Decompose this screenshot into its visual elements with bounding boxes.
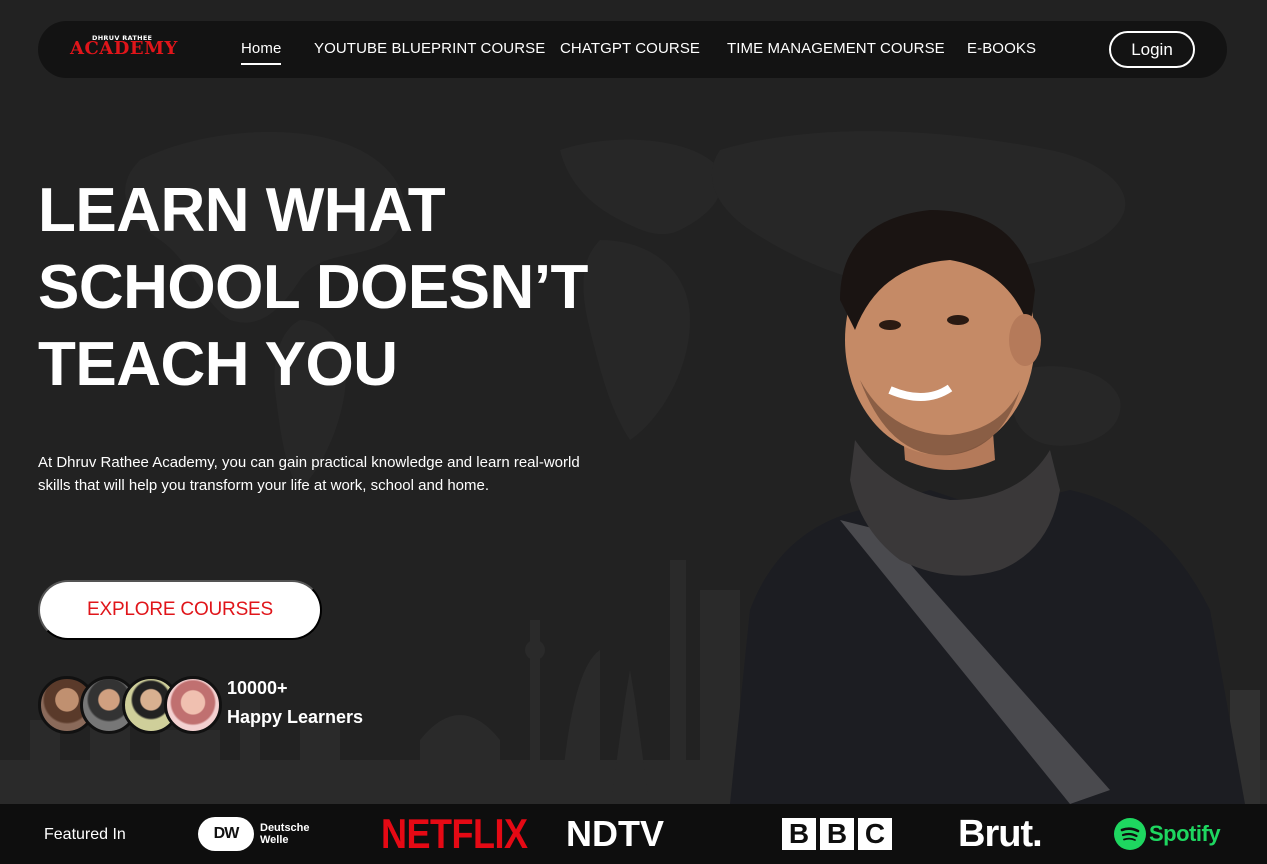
nav-link-youtube-blueprint-course[interactable]: YOUTUBE BLUEPRINT COURSE [314, 40, 545, 57]
netflix-logo: NETFLIX [381, 804, 528, 864]
hero-title-line-3: TEACH YOU [38, 330, 398, 399]
dw-name: Deutsche Welle [260, 822, 310, 846]
featured-in-strip: Featured In DW Deutsche Welle NETFLIX ND… [0, 804, 1267, 864]
hero-title: LEARN WHAT SCHOOL DOESN’T TEACH YOU [38, 172, 638, 403]
login-button[interactable]: Login [1109, 31, 1195, 68]
learner-avatars [38, 676, 228, 734]
ndtv-wordmark: NDTV [566, 813, 664, 854]
dw-name-line-1: Deutsche [260, 822, 310, 834]
brut-wordmark: Brut. [958, 812, 1043, 855]
hero-description: At Dhruv Rathee Academy, you can gain pr… [38, 454, 580, 494]
nav-link-home[interactable]: Home [241, 40, 282, 65]
ndtv-logo: NDTV [566, 804, 664, 864]
bbc-blocks: B B C [782, 818, 892, 850]
learners-count: 10000+ [227, 678, 288, 698]
dw-name-line-2: Welle [260, 834, 289, 846]
instructor-photo [730, 210, 1245, 804]
netflix-wordmark: NETFLIX [381, 809, 528, 857]
spotify-logo: Spotify [1114, 804, 1221, 864]
bbc-block: C [858, 818, 892, 850]
nav-link-time-management-course[interactable]: TIME MANAGEMENT COURSE [727, 40, 945, 57]
nav-link-e-books[interactable]: E-BOOKS [967, 40, 1036, 57]
dw-mark: DW [198, 817, 254, 851]
hero-title-line-1: LEARN WHAT [38, 176, 446, 245]
featured-in-label: Featured In [44, 826, 126, 843]
bbc-block: B [820, 818, 854, 850]
spotify-icon [1114, 818, 1146, 850]
logo-main-text: ACADEMY [70, 38, 178, 59]
hero-title-line-2: SCHOOL DOESN’T [38, 253, 588, 322]
avatar [164, 676, 222, 734]
top-navigation-bar: DHRUV RATHEE ACADEMY Home YOUTUBE BLUEPR… [38, 21, 1227, 78]
learners-label: Happy Learners [227, 707, 364, 727]
spotify-wordmark: Spotify [1149, 821, 1221, 846]
dw-logo: DW Deutsche Welle [198, 804, 310, 864]
brut-logo: Brut. [958, 804, 1043, 864]
explore-courses-button[interactable]: EXPLORE COURSES [38, 580, 322, 640]
bbc-logo: B B C [782, 804, 892, 864]
bbc-block: B [782, 818, 816, 850]
nav-link-chatgpt-course[interactable]: CHATGPT COURSE [560, 40, 700, 57]
academy-logo[interactable]: DHRUV RATHEE ACADEMY [70, 32, 180, 66]
